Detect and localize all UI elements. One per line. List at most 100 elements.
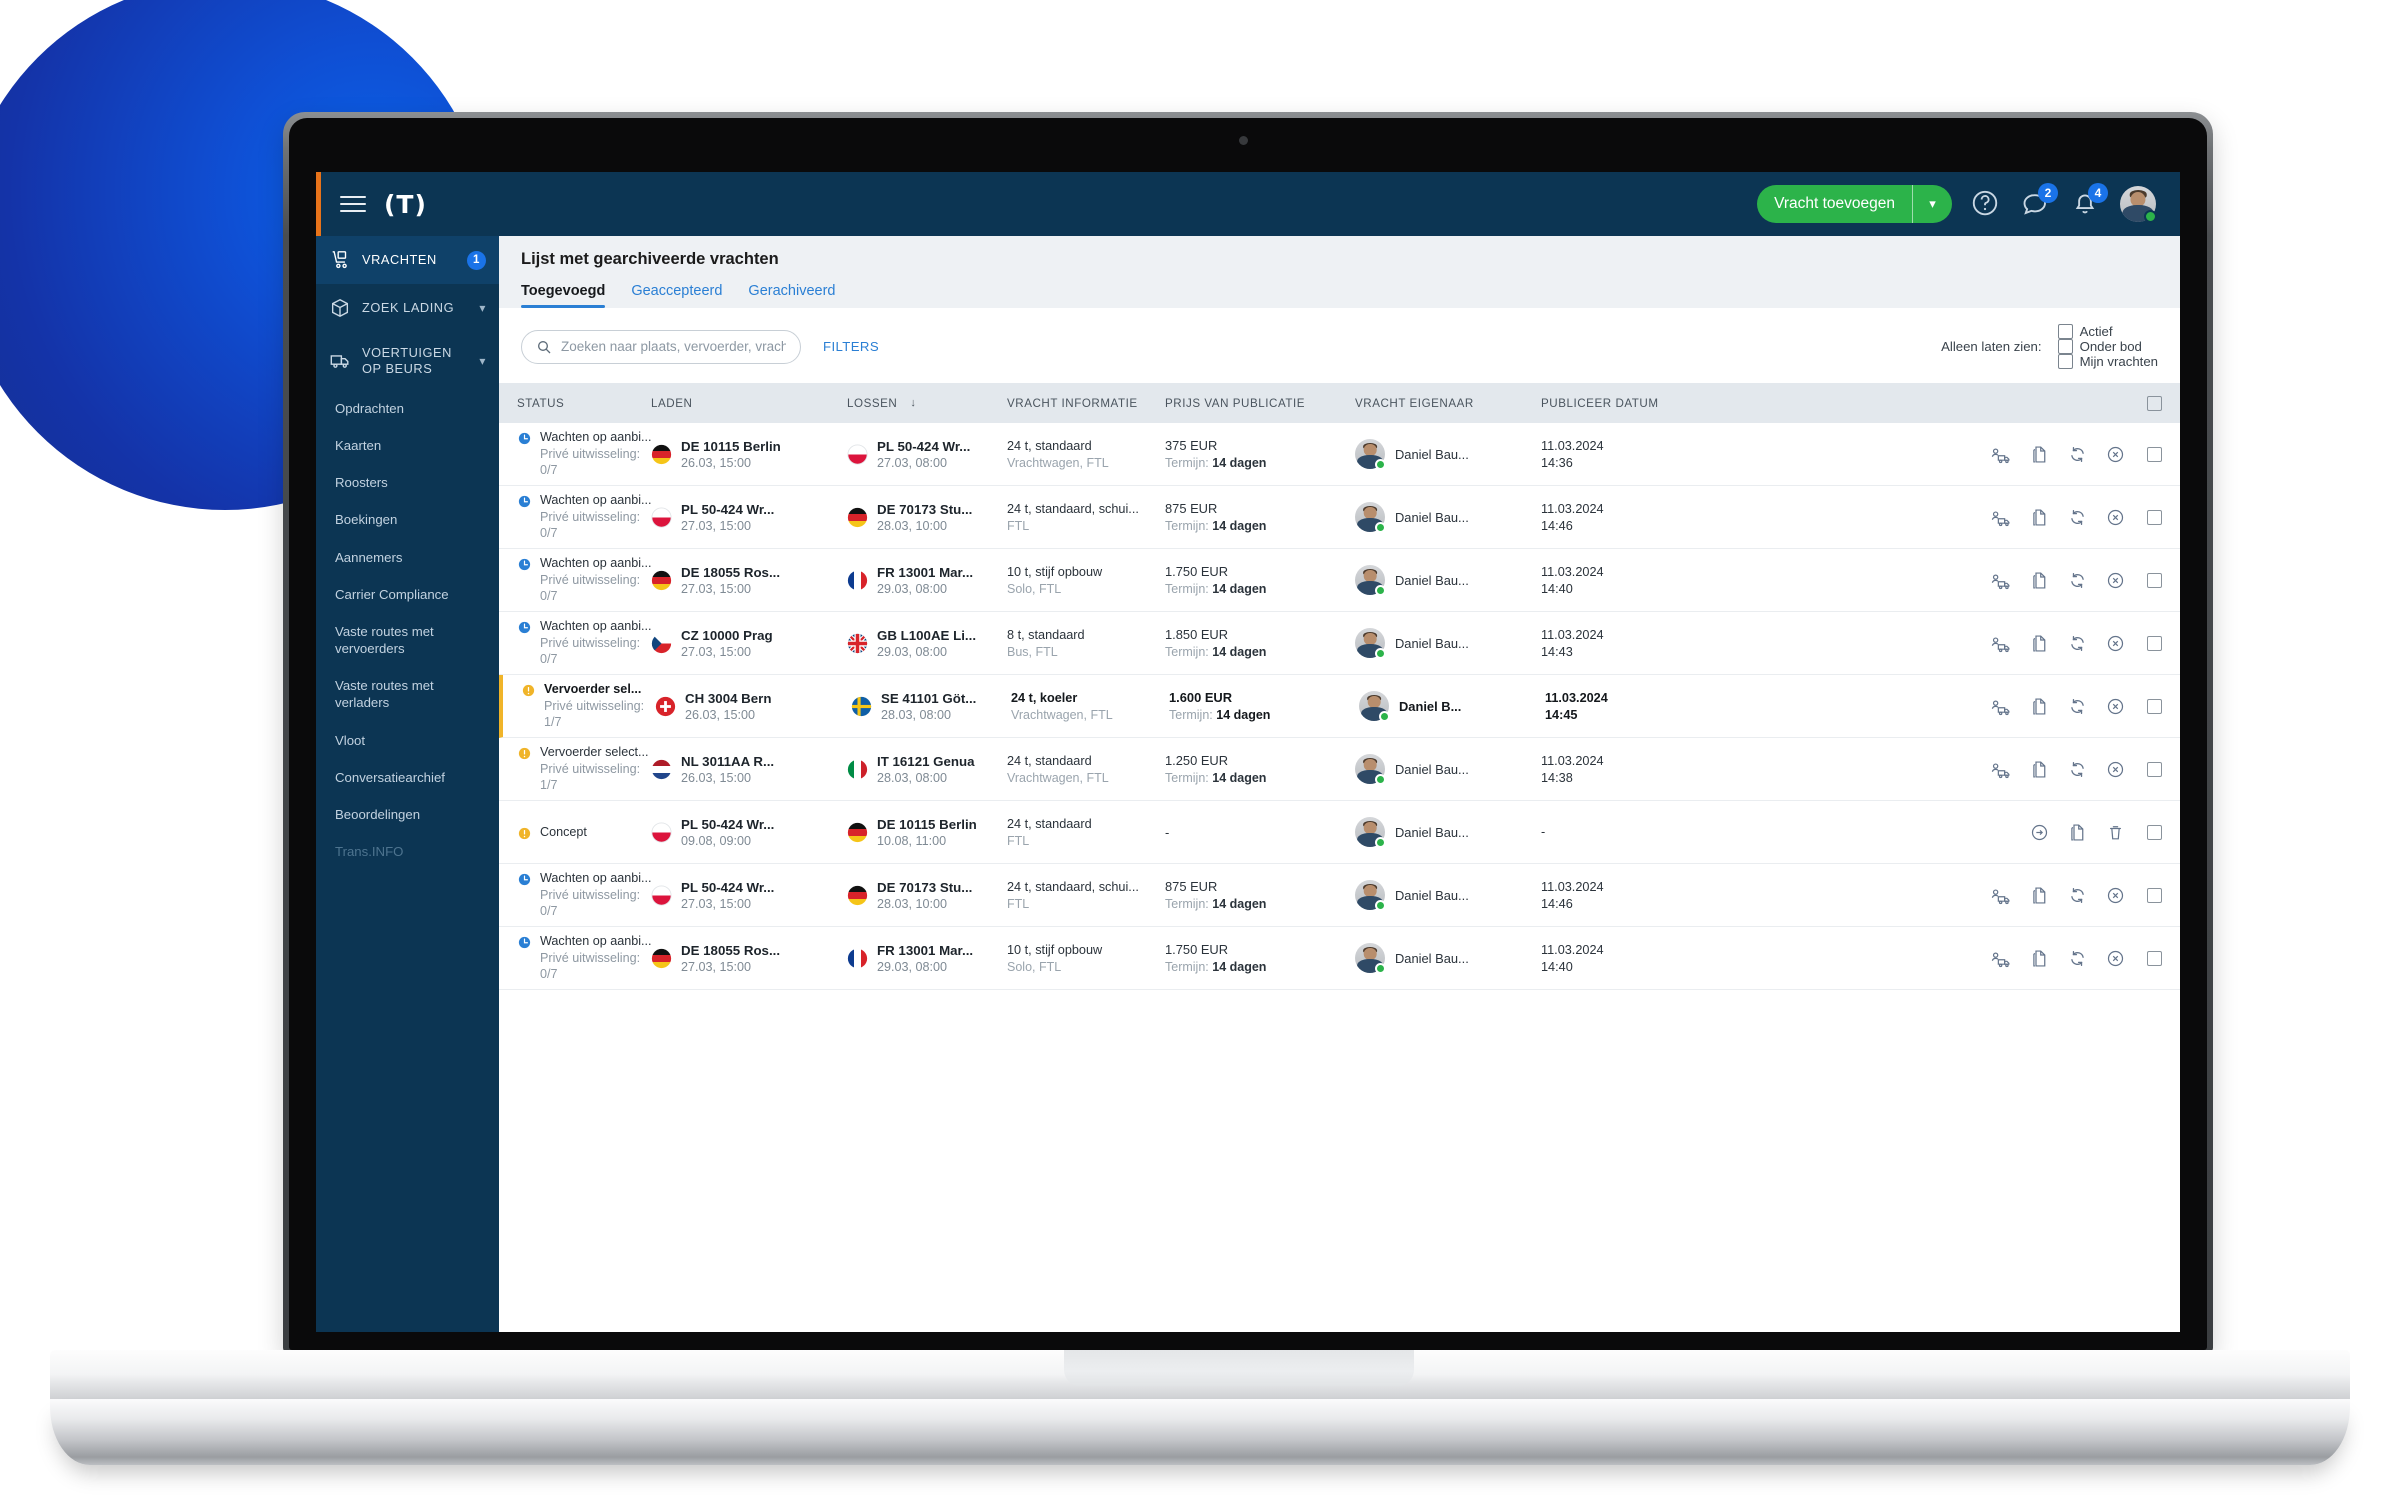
- column-header-publish-date[interactable]: PUBLICEER DATUM: [1541, 397, 1659, 410]
- cancel-icon[interactable]: [2105, 633, 2126, 654]
- chevron-down-icon[interactable]: ▾: [479, 354, 486, 368]
- copy-icon[interactable]: [2029, 759, 2050, 780]
- row-checkbox[interactable]: [2147, 635, 2162, 651]
- republish-icon[interactable]: [2067, 507, 2088, 528]
- column-header-owner[interactable]: VRACHT EIGENAAR: [1355, 397, 1474, 410]
- delete-icon[interactable]: [2105, 822, 2126, 843]
- column-header-info[interactable]: VRACHT INFORMATIE: [1007, 397, 1138, 410]
- table-row[interactable]: Wachten op aanbi... Privé uitwisseling: 0…: [499, 864, 2180, 927]
- sidebar-item-vaste-routes-met-vervoerders[interactable]: Vaste routes met vervoerders: [316, 613, 499, 667]
- sidebar-item-conversatiearchief[interactable]: Conversatiearchief: [316, 759, 499, 796]
- search-box[interactable]: [521, 329, 801, 364]
- sidebar-item-roosters[interactable]: Roosters: [316, 464, 499, 501]
- sidebar-item-zoek-lading[interactable]: ZOEK LADING ▾: [316, 284, 499, 332]
- checkbox[interactable]: [2057, 339, 2073, 354]
- assign-carrier-icon[interactable]: [1991, 696, 2012, 717]
- notifications-bell-icon[interactable]: 4: [2070, 183, 2108, 220]
- cancel-icon[interactable]: [2105, 759, 2126, 780]
- sidebar-item-vrachten[interactable]: VRACHTEN 1: [316, 236, 499, 284]
- table-row[interactable]: Wachten op aanbi... Privé uitwisseling: 0…: [499, 612, 2180, 675]
- row-checkbox[interactable]: [2147, 950, 2162, 966]
- row-checkbox[interactable]: [2147, 698, 2162, 714]
- republish-icon[interactable]: [2067, 759, 2088, 780]
- row-checkbox[interactable]: [2147, 446, 2162, 462]
- copy-icon[interactable]: [2029, 948, 2050, 969]
- copy-icon[interactable]: [2029, 507, 2050, 528]
- sidebar-item-vaste-routes-met-verladers[interactable]: Vaste routes met verladers: [316, 667, 499, 721]
- republish-icon[interactable]: [2067, 885, 2088, 906]
- assign-carrier-icon[interactable]: [1991, 444, 2012, 465]
- republish-icon[interactable]: [2067, 570, 2088, 591]
- row-checkbox[interactable]: [2147, 509, 2162, 525]
- cancel-icon[interactable]: [2105, 444, 2126, 465]
- republish-icon[interactable]: [2067, 696, 2088, 717]
- add-freight-button[interactable]: Vracht toevoegen ▾: [1757, 185, 1952, 223]
- sidebar-item-carrier-compliance[interactable]: Carrier Compliance: [316, 576, 499, 613]
- copy-icon[interactable]: [2067, 822, 2088, 843]
- cancel-icon[interactable]: [2105, 885, 2126, 906]
- table-row[interactable]: Wachten op aanbi... Privé uitwisseling: 0…: [499, 549, 2180, 612]
- status-title: Wachten op aanbi...: [540, 934, 652, 949]
- filter-mijn-vrachten[interactable]: Mijn vrachten: [2057, 354, 2158, 369]
- republish-icon[interactable]: [2067, 633, 2088, 654]
- sidebar-item-beoordelingen[interactable]: Beoordelingen: [316, 796, 499, 833]
- copy-icon[interactable]: [2029, 633, 2050, 654]
- search-input[interactable]: [561, 339, 786, 354]
- copy-icon[interactable]: [2029, 444, 2050, 465]
- assign-carrier-icon[interactable]: [1991, 885, 2012, 906]
- table-row[interactable]: Vervoerder select... Privé uitwisseling: …: [499, 738, 2180, 801]
- sidebar-item-voertuigen-op-beurs[interactable]: VOERTUIGEN OP BEURS ▾: [316, 332, 499, 390]
- filters-button[interactable]: FILTERS: [823, 339, 879, 354]
- tab-geaccepteerd[interactable]: Geaccepteerd: [631, 283, 722, 308]
- chevron-down-icon[interactable]: ▾: [1912, 185, 1952, 223]
- assign-carrier-icon[interactable]: [1991, 759, 2012, 780]
- tab-toegevoegd[interactable]: Toegevoegd: [521, 283, 606, 308]
- table-row[interactable]: Wachten op aanbi... Privé uitwisseling: 0…: [499, 486, 2180, 549]
- table-row[interactable]: Wachten op aanbi... Privé uitwisseling: 0…: [499, 423, 2180, 486]
- row-checkbox[interactable]: [2147, 572, 2162, 588]
- copy-icon[interactable]: [2029, 885, 2050, 906]
- copy-icon[interactable]: [2029, 570, 2050, 591]
- sidebar-item-trans-info[interactable]: Trans.INFO: [316, 833, 499, 870]
- assign-carrier-icon[interactable]: [1991, 507, 2012, 528]
- checkbox[interactable]: [2057, 354, 2073, 369]
- user-avatar[interactable]: [2120, 186, 2157, 223]
- chevron-down-icon[interactable]: ▾: [479, 301, 486, 315]
- publish-icon[interactable]: [2029, 822, 2050, 843]
- assign-carrier-icon[interactable]: [1991, 633, 2012, 654]
- column-header-laden[interactable]: LADEN: [651, 397, 692, 410]
- sidebar-item-boekingen[interactable]: Boekingen: [316, 501, 499, 538]
- table-row[interactable]: Vervoerder sel... Privé uitwisseling: 1/7…: [499, 675, 2180, 738]
- tab-gerachiveerd[interactable]: Gerachiveerd: [748, 283, 835, 308]
- sidebar-item-opdrachten[interactable]: Opdrachten: [316, 390, 499, 427]
- sidebar-item-vloot[interactable]: Vloot: [316, 722, 499, 759]
- help-icon[interactable]: [1970, 188, 2002, 220]
- filter-actief[interactable]: Actief: [2057, 324, 2158, 339]
- column-header-status[interactable]: STATUS: [517, 397, 564, 410]
- column-header-price[interactable]: PRIJS VAN PUBLICATIE: [1165, 397, 1305, 410]
- assign-carrier-icon[interactable]: [1991, 948, 2012, 969]
- cancel-icon[interactable]: [2105, 507, 2126, 528]
- cancel-icon[interactable]: [2105, 696, 2126, 717]
- republish-icon[interactable]: [2067, 948, 2088, 969]
- sort-descending-icon[interactable]: ↓: [910, 397, 916, 409]
- row-checkbox[interactable]: [2147, 761, 2162, 777]
- checkbox[interactable]: [2057, 324, 2073, 339]
- copy-icon[interactable]: [2029, 696, 2050, 717]
- row-checkbox[interactable]: [2147, 887, 2162, 903]
- cancel-icon[interactable]: [2105, 948, 2126, 969]
- sidebar-item-aannemers[interactable]: Aannemers: [316, 539, 499, 576]
- republish-icon[interactable]: [2067, 444, 2088, 465]
- column-header-lossen[interactable]: LOSSEN: [847, 397, 897, 410]
- filter-onder-bod[interactable]: Onder bod: [2057, 339, 2158, 354]
- cancel-icon[interactable]: [2105, 570, 2126, 591]
- hamburger-menu-icon[interactable]: [340, 191, 366, 217]
- select-all-checkbox[interactable]: [2147, 395, 2162, 411]
- chat-icon[interactable]: 2: [2020, 183, 2058, 220]
- sidebar-item-kaarten[interactable]: Kaarten: [316, 427, 499, 464]
- assign-carrier-icon[interactable]: [1991, 570, 2012, 591]
- brand-logo[interactable]: (T): [384, 190, 427, 219]
- table-row[interactable]: Wachten op aanbi... Privé uitwisseling: 0…: [499, 927, 2180, 990]
- table-row[interactable]: Concept PL 50-424 Wr... 09.08, 09:00 DE 101…: [499, 801, 2180, 864]
- row-checkbox[interactable]: [2147, 824, 2162, 840]
